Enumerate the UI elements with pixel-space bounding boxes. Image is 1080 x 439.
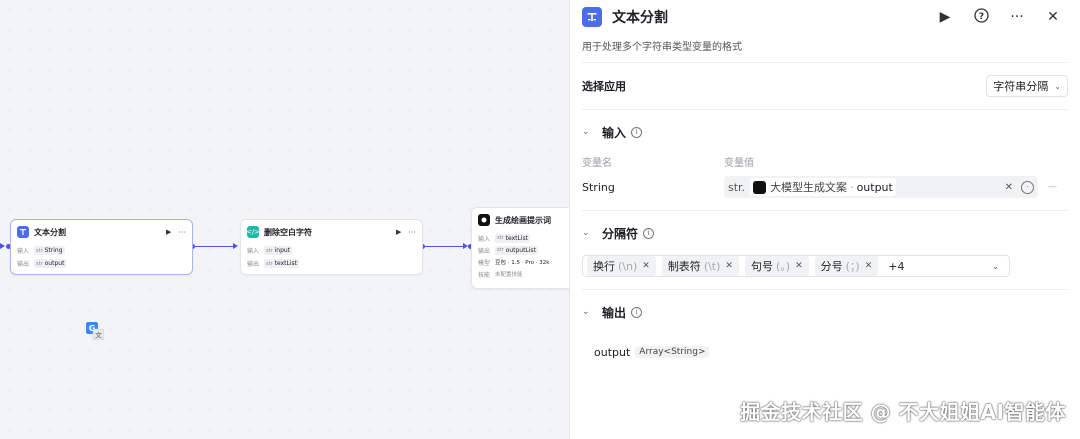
var-name[interactable]: String: [582, 181, 724, 194]
close-icon: ✕: [725, 261, 733, 271]
ref-node: 大模型生成文案: [770, 181, 848, 194]
watermark: 掘金技术社区 @ 不大姐姐AI智能体: [740, 400, 1066, 424]
node-generate-prompt[interactable]: 生成绘画提示词 输入 str textList 输出 str outputList 模型…: [471, 207, 569, 289]
connection-arrow: [233, 243, 238, 249]
settings-icon[interactable]: ·: [1021, 180, 1034, 194]
node-remove-whitespace[interactable]: </> 删除空白字符 ▶ ··· 输入 str input 输出 str textLis…: [240, 219, 423, 275]
app-select-value: 字符串分隔: [993, 80, 1049, 93]
info-icon[interactable]: i: [631, 126, 643, 138]
connection-line: [425, 246, 463, 247]
input-section-title: 输入: [602, 125, 627, 140]
connection-arrow: [0, 243, 5, 249]
output-section-title: 输出: [602, 305, 627, 320]
more-icon[interactable]: ···: [408, 228, 416, 237]
chevron-down-icon[interactable]: ⌄: [582, 127, 602, 137]
play-icon[interactable]: ▶: [166, 228, 171, 236]
separator-chip[interactable]: 句号 (。) ✕: [744, 256, 809, 276]
node-title: 删除空白字符: [264, 227, 312, 237]
var-tag: str input: [264, 246, 293, 255]
close-icon: ✕: [642, 261, 650, 271]
chevron-down-icon[interactable]: ⌄: [582, 228, 602, 238]
app-select-label: 选择应用: [582, 80, 626, 93]
var-tag: str output: [34, 259, 67, 268]
var-type: str.: [728, 180, 746, 194]
row-key: 输出: [247, 261, 260, 268]
node-title: 生成绘画提示词: [495, 215, 551, 225]
clear-icon[interactable]: ✕: [1005, 182, 1013, 193]
close-icon: ✕: [864, 261, 873, 271]
svg-text:文: 文: [95, 331, 102, 340]
app-select[interactable]: 字符串分隔 ⌄: [986, 75, 1068, 97]
llm-icon: [753, 180, 767, 194]
separator-chip[interactable]: 制表符 (\t) ✕: [661, 256, 739, 276]
text-split-icon: [582, 7, 602, 27]
code-icon: </>: [245, 226, 261, 238]
panel-title[interactable]: 文本分割: [612, 7, 936, 27]
skill-text: 未配置技能: [495, 272, 523, 278]
workflow-canvas[interactable]: 文本分割 ▶ ··· 输入 str String 输出 str output </> 删…: [0, 0, 569, 439]
more-icon[interactable]: ···: [178, 228, 186, 237]
var-reference[interactable]: 大模型生成文案 · output: [750, 178, 896, 196]
col-var-value: 变量值: [724, 158, 754, 169]
separator-chip[interactable]: 分号 (；) ✕: [814, 256, 879, 276]
row-key: 输入: [478, 235, 491, 243]
info-icon[interactable]: i: [643, 227, 655, 239]
row-key: 技能: [478, 271, 491, 279]
translate-icon[interactable]: G 文: [86, 322, 105, 341]
text-split-icon: [17, 226, 29, 238]
separator-section-title: 分隔符: [602, 226, 639, 241]
row-more-icon[interactable]: —: [1048, 182, 1057, 192]
connection-line: [195, 246, 233, 247]
col-var-name: 变量名: [582, 158, 612, 169]
ref-field: output: [856, 180, 893, 194]
info-icon[interactable]: i: [631, 306, 643, 318]
chevron-down-icon: ⌄: [1054, 81, 1061, 91]
node-text-split[interactable]: 文本分割 ▶ ··· 输入 str String 输出 str output: [10, 219, 193, 275]
row-key: 模型: [478, 259, 491, 267]
help-icon[interactable]: ?: [972, 7, 990, 27]
var-tag: str textList: [495, 233, 530, 243]
panel-description: 用于处理多个字符串类型变量的格式: [582, 42, 742, 53]
more-separators[interactable]: +4: [888, 260, 904, 273]
row-key: 输入: [247, 248, 260, 255]
svg-text:?: ?: [978, 12, 983, 22]
play-icon[interactable]: ▶: [936, 9, 954, 25]
chevron-down-icon[interactable]: ⌄: [582, 307, 602, 317]
llm-icon: [478, 214, 490, 226]
node-config-panel: 文本分割 ▶ ? ··· ✕ 用于处理多个字符串类型变量的格式 选择应用 字符串…: [569, 0, 1080, 439]
row-key: 输出: [17, 261, 30, 268]
node-title: 文本分割: [34, 227, 66, 237]
model-name: 豆包 · 1.5 · Pro · 32k: [495, 260, 550, 266]
separator-select[interactable]: 换行 (\n) ✕ 制表符 (\t) ✕ 句号 (。) ✕ 分号 (；) ✕ +4 ⌄: [582, 255, 1010, 277]
row-key: 输出: [478, 247, 491, 255]
more-icon[interactable]: ···: [1008, 9, 1026, 25]
play-icon[interactable]: ▶: [396, 228, 401, 236]
var-tag: str textList: [264, 259, 299, 268]
separator-chip[interactable]: 换行 (\n) ✕: [587, 256, 656, 276]
var-value-field[interactable]: str. 大模型生成文案 · output ✕ ·: [724, 176, 1038, 198]
chevron-down-icon[interactable]: ⌄: [992, 262, 999, 271]
close-icon[interactable]: ✕: [1044, 9, 1062, 25]
output-name: output: [594, 345, 631, 359]
ref-separator: ·: [850, 180, 854, 194]
output-type: Array<String>: [635, 346, 710, 358]
var-tag: str String: [34, 246, 65, 255]
row-key: 输入: [17, 248, 30, 255]
var-tag: str outputList: [495, 245, 538, 255]
close-icon: ✕: [795, 261, 803, 271]
